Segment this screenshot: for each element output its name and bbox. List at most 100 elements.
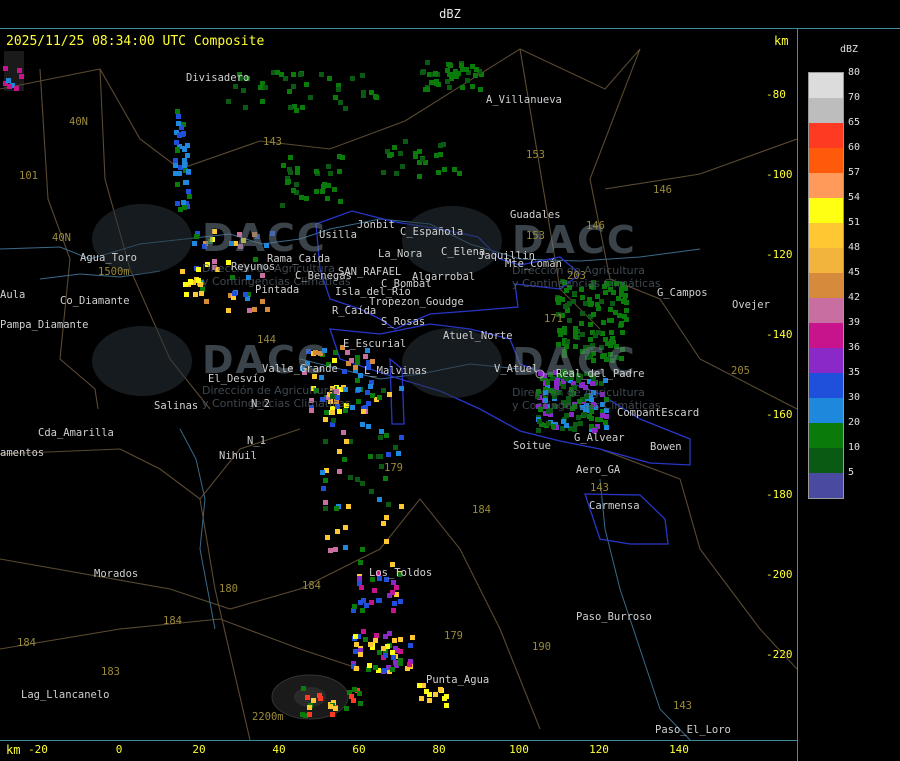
echo-pixel bbox=[442, 167, 447, 172]
echo-pixel bbox=[243, 292, 248, 297]
echo-pixel bbox=[280, 203, 285, 208]
echo-pixel bbox=[348, 475, 353, 480]
echo-pixel bbox=[445, 79, 450, 84]
road-label: 205 bbox=[731, 365, 750, 377]
echo-pixel bbox=[356, 399, 361, 404]
legend-label: 57 bbox=[848, 167, 861, 178]
legend-swatch-57 bbox=[809, 173, 843, 198]
echo-pixel bbox=[398, 661, 403, 666]
echo-pixel bbox=[359, 585, 364, 590]
y-tick: -140 bbox=[766, 328, 793, 341]
echo-pixel bbox=[173, 163, 178, 168]
legend-swatch-42 bbox=[809, 298, 843, 323]
echo-pixel bbox=[243, 105, 248, 110]
echo-pixel bbox=[333, 350, 338, 355]
echo-pixel bbox=[398, 599, 403, 604]
echo-pixel bbox=[226, 308, 231, 313]
legend-label: 60 bbox=[848, 142, 861, 153]
legend-swatch-36 bbox=[809, 348, 843, 373]
echo-pixel bbox=[383, 476, 388, 481]
echo-pixel bbox=[344, 439, 349, 444]
echo-pixel bbox=[436, 170, 441, 175]
place-label: Cda_Amarilla bbox=[38, 427, 114, 439]
place-label: Bowen bbox=[650, 441, 682, 453]
echo-pixel bbox=[355, 477, 360, 482]
echo-pixel bbox=[330, 712, 335, 717]
department-boundary-line bbox=[599, 448, 797, 670]
echo-pixel bbox=[391, 655, 396, 660]
place-label: Co_Diamante bbox=[60, 295, 130, 307]
echo-pixel bbox=[323, 417, 328, 422]
echo-pixel bbox=[396, 451, 401, 456]
road-label: 179 bbox=[384, 462, 403, 474]
road-label: 2200m bbox=[252, 711, 284, 723]
road-label: 143 bbox=[673, 700, 692, 712]
echo-pixel bbox=[183, 180, 188, 185]
echo-pixel bbox=[392, 145, 397, 150]
x-tick: 20 bbox=[192, 743, 206, 756]
echo-pixel bbox=[360, 547, 365, 552]
echo-pixel bbox=[407, 662, 412, 667]
echo-pixel bbox=[17, 68, 22, 73]
echo-pixel bbox=[393, 660, 398, 665]
echo-pixel bbox=[247, 308, 252, 313]
place-label: Ovejer bbox=[732, 299, 770, 311]
echo-pixel bbox=[352, 604, 357, 609]
echo-pixel bbox=[457, 171, 462, 176]
place-label: Real_del_Padre bbox=[556, 368, 645, 380]
legend-swatch-20 bbox=[809, 423, 843, 448]
echo-pixel bbox=[175, 182, 180, 187]
echo-pixel bbox=[360, 422, 365, 427]
dacc-logo-icon bbox=[92, 326, 192, 396]
road-label: 146 bbox=[586, 220, 605, 232]
echo-pixel bbox=[392, 638, 397, 643]
echo-pixel bbox=[291, 72, 296, 77]
echo-pixel bbox=[379, 429, 384, 434]
echo-pixel bbox=[177, 171, 182, 176]
place-label: CompantEscard bbox=[617, 407, 700, 419]
road-label: 146 bbox=[653, 184, 672, 196]
echo-pixel bbox=[323, 439, 328, 444]
legend-label: 51 bbox=[848, 217, 861, 228]
echo-pixel bbox=[241, 88, 246, 93]
echo-pixel bbox=[186, 169, 191, 174]
legend-label: 80 bbox=[848, 67, 861, 78]
echo-pixel bbox=[425, 87, 430, 92]
road-label: 40N bbox=[69, 116, 88, 128]
echo-pixel bbox=[569, 412, 574, 417]
road-label: 179 bbox=[444, 630, 463, 642]
echo-pixel bbox=[576, 415, 581, 420]
echo-pixel bbox=[353, 365, 358, 370]
legend-swatch-10 bbox=[809, 448, 843, 473]
echo-pixel bbox=[328, 171, 333, 176]
echo-pixel bbox=[358, 373, 363, 378]
echo-pixel bbox=[394, 585, 399, 590]
echo-pixel bbox=[342, 457, 347, 462]
echo-pixel bbox=[420, 157, 425, 162]
echo-pixel bbox=[436, 82, 441, 87]
echo-pixel bbox=[338, 100, 343, 105]
place-label: amentos bbox=[0, 447, 45, 459]
legend-label: 70 bbox=[848, 92, 861, 103]
road-label: 1500m bbox=[98, 266, 130, 278]
echo-pixel bbox=[447, 85, 452, 90]
x-tick: 140 bbox=[669, 743, 689, 756]
place-label: N_1 bbox=[247, 435, 266, 447]
echo-pixel bbox=[373, 665, 378, 670]
legend-label: 10 bbox=[848, 442, 861, 453]
echo-pixel bbox=[182, 205, 187, 210]
place-label: El_Desvío bbox=[208, 373, 265, 385]
echo-pixel bbox=[389, 152, 394, 157]
echo-pixel bbox=[363, 354, 368, 359]
echo-pixel bbox=[320, 470, 325, 475]
legend-label: 39 bbox=[848, 317, 861, 328]
road-label: 203 bbox=[567, 270, 586, 282]
place-label: Pampa_Diamante bbox=[0, 319, 89, 331]
echo-pixel bbox=[387, 392, 392, 397]
echo-pixel bbox=[355, 360, 360, 365]
echo-pixel bbox=[367, 663, 372, 668]
echo-pixel bbox=[188, 280, 193, 285]
road-label: 184 bbox=[163, 615, 182, 627]
echo-pixel bbox=[373, 638, 378, 643]
place-label: Aero_GA bbox=[576, 464, 621, 476]
